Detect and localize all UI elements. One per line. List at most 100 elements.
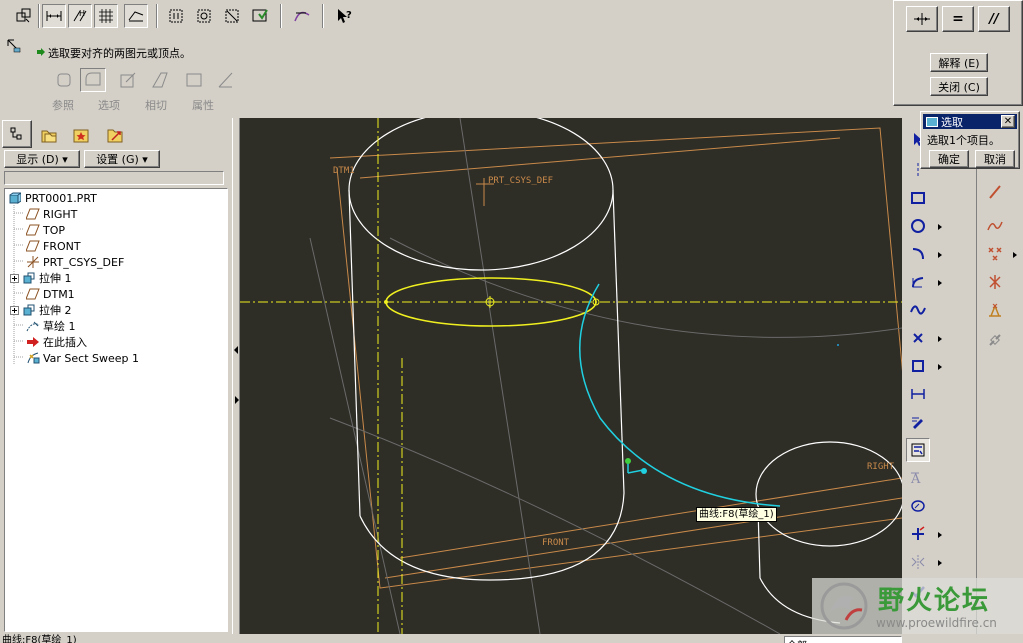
- tree-item-top[interactable]: TOP: [25, 222, 65, 238]
- modify-icon[interactable]: [906, 410, 930, 434]
- normal-dimension-icon[interactable]: [906, 382, 930, 406]
- watermark-url: www.proewildfire.cn: [876, 616, 997, 630]
- analysis-icon[interactable]: [983, 298, 1007, 322]
- slash-icon[interactable]: [216, 70, 236, 90]
- part-icon: [7, 191, 23, 205]
- model-tree: PRT0001.PRT RIGHT TOP FRONT PRT_CSYS_DEF…: [4, 188, 228, 632]
- arc-icon[interactable]: [906, 242, 930, 266]
- navigator-panel: 显示 (D) ▾ 设置 (G) ▾ PRT0001.PRT RIGHT TOP …: [0, 118, 232, 634]
- tree-item-right[interactable]: RIGHT: [25, 206, 77, 222]
- parallel-constraint-button[interactable]: //: [978, 6, 1010, 32]
- cancel-button[interactable]: 取消: [975, 150, 1015, 168]
- explain-button[interactable]: 解释 (E): [930, 53, 988, 72]
- tree-item-label: 在此插入: [43, 336, 87, 349]
- use-edge-icon[interactable]: [906, 354, 930, 378]
- tree-item-sweep[interactable]: Var Sect Sweep 1: [25, 350, 139, 366]
- show-menu-button[interactable]: 显示 (D) ▾: [4, 150, 80, 168]
- tree-item-label: Var Sect Sweep 1: [43, 351, 140, 365]
- feature-toolbar: [976, 118, 1023, 634]
- view-icon[interactable]: [124, 4, 148, 28]
- tree-item-label: 拉伸 1: [39, 272, 72, 285]
- circle-icon[interactable]: [906, 214, 930, 238]
- curve-tool-icon[interactable]: [290, 4, 314, 28]
- grid-icon[interactable]: [94, 4, 118, 28]
- tree-item-insert-here[interactable]: 在此插入: [25, 334, 87, 350]
- point-icon[interactable]: [906, 326, 930, 350]
- trim-icon[interactable]: [906, 522, 930, 546]
- watermark-title: 野火论坛: [878, 586, 991, 616]
- constraint-icon[interactable]: H: [68, 4, 92, 28]
- tree-item-sketch-1[interactable]: 草绘 1: [25, 318, 76, 334]
- navigator-tabs: [2, 120, 230, 148]
- constraints-icon[interactable]: [906, 438, 930, 462]
- expand-right-icon[interactable]: [235, 396, 239, 404]
- datum-plane-icon: [25, 207, 41, 221]
- dashboard-tab-tangent[interactable]: 相切: [145, 97, 167, 113]
- tree-item-label: PRT_CSYS_DEF: [43, 255, 125, 269]
- select-box-icon[interactable]: [164, 4, 188, 28]
- constraint-panel: = // 解释 (E) 关闭 (C): [893, 0, 1023, 106]
- datum-plane-icon: [25, 239, 41, 253]
- tree-item-dtm1[interactable]: DTM1: [25, 286, 75, 302]
- ok-button[interactable]: 确定: [929, 150, 969, 168]
- insert-here-icon: [25, 335, 41, 349]
- accept-icon[interactable]: [248, 4, 272, 28]
- datum-curve-icon[interactable]: [983, 214, 1007, 238]
- sketch-toolbar: A: [902, 118, 976, 634]
- symmetric-constraint-button[interactable]: [906, 6, 938, 32]
- datum-label-right: RIGHT: [867, 462, 895, 472]
- fillet-icon[interactable]: [906, 270, 930, 294]
- reference-icon[interactable]: [54, 70, 74, 90]
- dashboard-tab-reference[interactable]: 参照: [52, 97, 74, 113]
- tree-item-extrude-2[interactable]: 拉伸 2: [9, 302, 72, 318]
- datum-plane-icon: [25, 287, 41, 301]
- settings-menu-button[interactable]: 设置 (G) ▾: [84, 150, 160, 168]
- whats-this-icon[interactable]: ?: [332, 4, 356, 28]
- deselect-icon[interactable]: [220, 4, 244, 28]
- text-icon[interactable]: A: [906, 466, 930, 490]
- dashboard-tab-properties[interactable]: 属性: [192, 97, 214, 113]
- select-all-icon[interactable]: [192, 4, 216, 28]
- collapse-left-icon[interactable]: [234, 346, 238, 354]
- datum-csys-icon[interactable]: [983, 270, 1007, 294]
- tool-dashboard: 选取要对齐的两图元或顶点。 参照 选项 相切 属性: [0, 34, 893, 116]
- dimension-icon[interactable]: [42, 4, 66, 28]
- mirror-icon[interactable]: [906, 550, 930, 574]
- extrude-icon: [21, 303, 37, 317]
- close-button[interactable]: 关闭 (C): [930, 77, 988, 96]
- sketch-icon: [25, 319, 41, 333]
- datum-axis-icon[interactable]: [983, 180, 1007, 204]
- datum-plane-icon: [25, 223, 41, 237]
- datum-point-icon[interactable]: [983, 242, 1007, 266]
- tree-item-extrude-1[interactable]: 拉伸 1: [9, 270, 72, 286]
- rectangle-icon[interactable]: [906, 186, 930, 210]
- graphics-window[interactable]: DTM1 PRT_CSYS_DEF RIGHT FRONT 曲线:F8(草绘_1…: [240, 118, 902, 634]
- folder-browser-tab[interactable]: [36, 122, 62, 148]
- angle-icon[interactable]: [150, 70, 170, 90]
- connections-tab[interactable]: [102, 122, 128, 148]
- expand-icon[interactable]: [9, 303, 19, 317]
- tree-item-part[interactable]: PRT0001.PRT: [7, 190, 97, 206]
- tangent-icon[interactable]: [118, 70, 138, 90]
- equal-constraint-button[interactable]: =: [942, 6, 974, 32]
- expand-icon[interactable]: [9, 271, 19, 285]
- status-message: 曲线:F8(草绘_1): [2, 635, 77, 643]
- spline-icon[interactable]: [906, 298, 930, 322]
- rect-icon[interactable]: [184, 70, 204, 90]
- tree-item-label: TOP: [43, 223, 66, 237]
- model-geometry: [240, 118, 902, 634]
- tree-item-csys[interactable]: PRT_CSYS_DEF: [25, 254, 124, 270]
- palette-icon[interactable]: [906, 494, 930, 518]
- navigator-sash[interactable]: [232, 118, 240, 634]
- dialog-close-button[interactable]: ✕: [1001, 115, 1015, 128]
- tree-item-front[interactable]: FRONT: [25, 238, 81, 254]
- model-tree-tab[interactable]: [2, 120, 32, 148]
- datum-display-icon[interactable]: [12, 4, 36, 28]
- tree-search-field[interactable]: [4, 171, 224, 185]
- filter-select[interactable]: 全部: [784, 636, 902, 643]
- dialog-icon: [926, 116, 938, 127]
- option-icon[interactable]: [80, 68, 106, 92]
- favorites-tab[interactable]: [68, 122, 94, 148]
- dashboard-tab-options[interactable]: 选项: [98, 97, 120, 113]
- chain-icon[interactable]: [983, 328, 1007, 352]
